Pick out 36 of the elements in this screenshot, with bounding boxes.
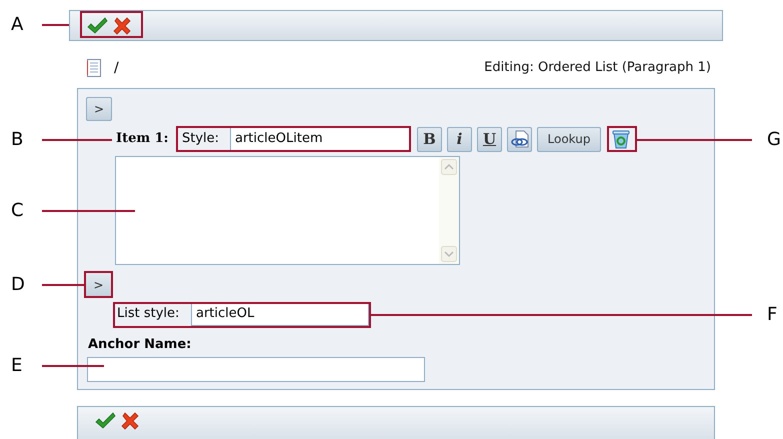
bold-button[interactable]: B [417,126,442,152]
style-label: Style: [181,130,220,148]
callout-letter: G [767,129,781,151]
anchor-name-label: Anchor Name: [88,336,192,354]
lookup-button[interactable]: Lookup [537,126,601,152]
item-label: Item 1: [116,130,170,148]
style-field[interactable]: articleOLitem [230,127,410,151]
anchor-name-field[interactable] [87,356,425,382]
callout-letter: E [11,355,22,377]
document-icon [86,59,102,77]
list-style-field[interactable]: articleOL [191,302,369,326]
check-icon[interactable] [86,16,108,36]
italic-button[interactable]: i [447,126,472,152]
callout-letter: C [11,200,24,222]
link-icon [510,129,530,149]
callout-frame [80,11,143,38]
link-button[interactable] [507,126,532,152]
leader-line [42,284,84,286]
expand-button[interactable]: > [86,97,112,121]
close-icon[interactable] [120,411,140,431]
list-style-label: List style: [116,305,180,324]
callout-letter: F [767,304,778,326]
leader-line [42,24,69,26]
leader-line [42,139,112,141]
callout-letter: A [11,14,24,36]
breadcrumb-path[interactable]: / [114,58,119,78]
underline-button[interactable]: U [477,126,502,152]
close-icon[interactable] [112,16,132,36]
trash-icon [612,129,630,149]
callout-letter: B [11,129,24,151]
editing-status: Editing: Ordered List (Paragraph 1) [484,59,711,78]
callout-frame [607,126,637,152]
callout-letter: D [11,274,25,296]
callout-frame [84,271,113,298]
check-icon[interactable] [94,411,116,431]
leader-line [42,365,104,367]
